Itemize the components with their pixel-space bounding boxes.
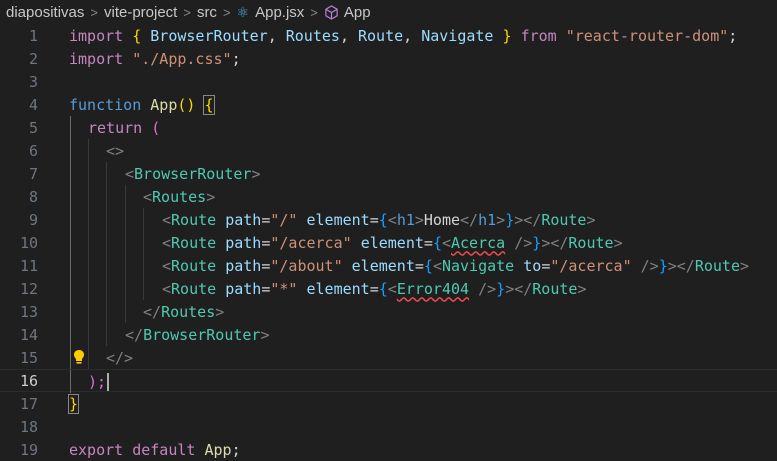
line-number: 16	[19, 371, 38, 390]
code-content[interactable]: </Routes >	[143, 300, 224, 323]
line-number: 1	[28, 26, 38, 45]
line-number: 4	[28, 95, 38, 114]
line-number: 13	[19, 302, 38, 321]
code-content[interactable]: function App() {	[69, 93, 215, 116]
code-content[interactable]: import "./App.css";	[69, 47, 241, 70]
chevron-right-icon: >	[183, 4, 191, 20]
code-line[interactable]: 9 < Route path = "/" element ={< h1 > Home </h1 >…	[0, 208, 777, 231]
breadcrumb-item-folder[interactable]: diapositivas	[6, 4, 84, 21]
line-number: 14	[19, 325, 38, 344]
line-number: 11	[19, 256, 38, 275]
error-squiggle: Error404	[396, 279, 470, 298]
code-content[interactable]: < Route path = "/about" element ={< Navigate …	[162, 254, 749, 277]
code-line[interactable]: 11 < Route path = "/about" element ={< Naviga…	[0, 254, 777, 277]
breadcrumb-item-src[interactable]: src	[197, 4, 217, 21]
code-line[interactable]: 1 import { BrowserRouter, Routes, Route,…	[0, 24, 777, 47]
line-number: 15	[19, 348, 38, 367]
chevron-right-icon: >	[222, 4, 231, 20]
line-number: 8	[28, 187, 38, 206]
code-line[interactable]: 15 </>	[0, 346, 777, 369]
code-line[interactable]: 17 }	[0, 392, 777, 415]
breadcrumb: diapositivas > vite-project > src > ⚛ Ap…	[0, 0, 777, 24]
code-content[interactable]: < Route path = "*" element ={< Error404 />} > <…	[162, 277, 586, 300]
line-number: 18	[19, 417, 38, 436]
line-number: 2	[28, 49, 38, 68]
breadcrumb-item-project[interactable]: vite-project	[104, 4, 177, 21]
code-line[interactable]: 19 export default App;	[0, 438, 777, 461]
code-content[interactable]: }	[67, 392, 80, 415]
code-editor[interactable]: 1 import { BrowserRouter, Routes, Route,…	[0, 24, 777, 459]
text-cursor	[107, 372, 110, 391]
code-line-current[interactable]: 16 );	[0, 369, 777, 393]
code-line[interactable]: 18	[0, 415, 777, 438]
error-squiggle: Acerca	[451, 233, 506, 252]
line-number: 10	[19, 233, 38, 252]
code-line[interactable]: 13 </Routes >	[0, 300, 777, 323]
line-number: 5	[28, 118, 38, 137]
chevron-right-icon: >	[90, 4, 98, 20]
code-line[interactable]: 10 < Route path = "/acerca" element ={< Acerc…	[0, 231, 777, 254]
code-line[interactable]: 2 import "./App.css";	[0, 47, 777, 70]
code-content[interactable]: );	[88, 370, 110, 393]
code-content[interactable]: </BrowserRouter >	[125, 323, 270, 346]
code-line[interactable]: 4 function App() {	[0, 93, 777, 116]
line-number: 9	[28, 210, 38, 229]
code-line[interactable]: 6 <>	[0, 139, 777, 162]
code-content[interactable]: <>	[106, 139, 124, 162]
lightbulb-icon[interactable]	[72, 348, 86, 366]
cube-icon	[324, 4, 339, 20]
code-content[interactable]: < Routes >	[143, 185, 215, 208]
code-line[interactable]: 8 < Routes >	[0, 185, 777, 208]
react-icon: ⚛	[236, 3, 250, 20]
breadcrumb-item-file[interactable]: App.jsx	[255, 4, 304, 21]
line-number: 7	[28, 164, 38, 183]
code-line[interactable]: 14 </BrowserRouter >	[0, 323, 777, 346]
code-content[interactable]: import { BrowserRouter, Routes, Route, N…	[69, 24, 737, 47]
code-line[interactable]: 3	[0, 70, 777, 93]
code-content[interactable]: < BrowserRouter >	[125, 162, 260, 185]
code-content[interactable]: return (	[88, 116, 160, 139]
code-content[interactable]: </>	[106, 346, 133, 369]
chevron-right-icon: >	[310, 4, 318, 20]
code-line[interactable]: 12 < Route path = "*" element ={< Error404 />…	[0, 277, 777, 300]
code-line[interactable]: 5 return (	[0, 116, 777, 139]
line-number: 19	[19, 440, 38, 459]
code-content[interactable]: < Route path = "/" element ={< h1 > Home </h1 >} >…	[162, 208, 596, 231]
breadcrumb-item-symbol[interactable]: App	[344, 4, 371, 21]
line-number: 6	[28, 141, 38, 160]
code-line[interactable]: 7 < BrowserRouter >	[0, 162, 777, 185]
line-number: 3	[28, 72, 38, 91]
line-number: 12	[19, 279, 38, 298]
code-content[interactable]: < Route path = "/acerca" element ={< Acerca /…	[162, 231, 623, 254]
line-number: 17	[19, 394, 38, 413]
code-content[interactable]: export default App;	[69, 438, 241, 461]
